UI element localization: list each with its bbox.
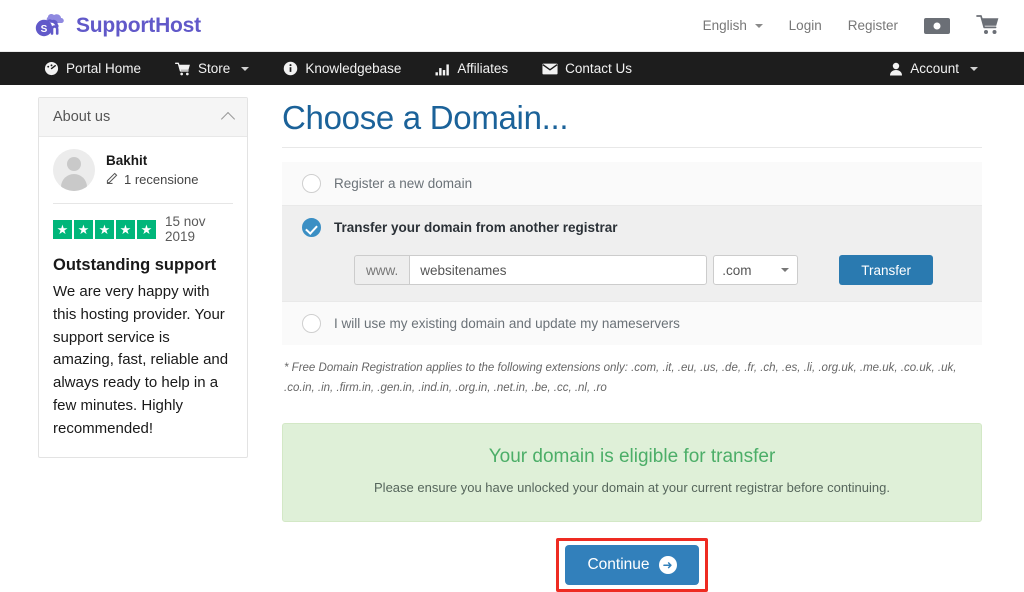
divider (53, 203, 233, 204)
option-label: Register a new domain (334, 176, 473, 191)
free-domain-note: * Free Domain Registration applies to th… (284, 362, 957, 394)
option-use-existing-domain[interactable]: I will use my existing domain and update… (282, 302, 982, 345)
nav-label: Contact Us (565, 61, 632, 76)
panel-title: About us (53, 109, 111, 125)
sidebar: About us Bakhit 1 recensione ★ ★ ★ ★ ★ 1… (0, 85, 262, 558)
cart-icon (175, 62, 191, 76)
nav-item-store[interactable]: Store (175, 61, 250, 76)
continue-label: Continue (587, 555, 650, 573)
www-prefix-label: www. (354, 255, 410, 285)
about-us-panel-header[interactable]: About us (39, 98, 247, 137)
user-avatar-icon (53, 149, 95, 191)
envelope-icon (542, 63, 558, 75)
svg-text:S: S (41, 24, 48, 35)
arrow-right-circle-icon: ➜ (658, 555, 677, 574)
chevron-down-icon (754, 24, 763, 29)
chevron-down-icon (241, 66, 250, 71)
star-icon: ★ (116, 219, 135, 239)
brand-name: SupportHost (76, 13, 201, 37)
eligibility-alert: Your domain is eligible for transfer Ple… (282, 422, 982, 522)
reviewer-review-count: 1 recensione (106, 171, 198, 187)
transfer-button[interactable]: Transfer (839, 255, 934, 285)
reviewer-name: Bakhit (106, 153, 148, 168)
tld-select[interactable]: .com (713, 255, 799, 285)
option-label: Transfer your domain from another regist… (334, 220, 618, 235)
chevron-up-icon[interactable] (220, 111, 236, 127)
radio-transfer-domain[interactable] (302, 218, 321, 237)
nav-label: Portal Home (66, 61, 142, 76)
bar-chart-icon (435, 62, 450, 76)
nav-item-knowledgebase[interactable]: Knowledgebase (283, 61, 401, 76)
shopping-cart-icon[interactable] (976, 14, 1000, 38)
dashboard-icon (44, 61, 59, 76)
option-transfer-domain[interactable]: Transfer your domain from another regist… (282, 206, 982, 249)
language-selector[interactable]: English (703, 18, 763, 33)
nav-item-portal-home[interactable]: Portal Home (44, 61, 141, 76)
review-date: 15 nov 2019 (165, 214, 206, 244)
info-circle-icon (283, 61, 298, 76)
star-icon: ★ (74, 219, 93, 239)
page-body: About us Bakhit 1 recensione ★ ★ ★ ★ ★ 1… (0, 85, 1024, 592)
star-rating: ★ ★ ★ ★ ★ (53, 219, 156, 239)
page-title: Choose a Domain... (282, 99, 569, 136)
chevron-down-icon (970, 66, 978, 71)
review-text: We are very happy with this hosting prov… (53, 283, 229, 437)
review-body: Bakhit 1 recensione ★ ★ ★ ★ ★ 15 nov 201… (39, 137, 247, 457)
radio-use-existing-domain[interactable] (302, 314, 321, 333)
nav-label: Knowledgebase (305, 61, 402, 76)
alert-subtitle: Please ensure you have unlocked your dom… (374, 479, 890, 495)
main-content: Choose a Domain... Register a new domain… (262, 85, 1024, 592)
title-divider (282, 147, 982, 148)
cloud-host-logo-icon: S (34, 13, 68, 39)
brand-logo-link[interactable]: S SupportHost (34, 13, 201, 39)
domain-name-input[interactable] (409, 255, 708, 285)
star-icon: ★ (137, 219, 156, 239)
primary-navbar: Portal Home Store Knowledgebase Affiliat… (0, 52, 1024, 85)
option-register-new-domain[interactable]: Register a new domain (282, 162, 982, 205)
about-us-review-card: About us Bakhit 1 recensione ★ ★ ★ ★ ★ 1… (38, 97, 248, 458)
top-header-bar: S SupportHost English Login Register (0, 0, 1024, 52)
register-link[interactable]: Register (848, 18, 898, 33)
login-link[interactable]: Login (789, 18, 822, 33)
nav-label: Store (198, 61, 231, 76)
rating-row: ★ ★ ★ ★ ★ 15 nov 2019 (53, 214, 233, 244)
alert-title: Your domain is eligible for transfer (488, 445, 776, 467)
nav-item-affiliates[interactable]: Affiliates (435, 61, 508, 76)
star-icon: ★ (95, 219, 114, 239)
reviewer: Bakhit 1 recensione (53, 149, 233, 191)
user-icon (889, 62, 903, 76)
top-header-actions: English Login Register (703, 14, 1000, 38)
radio-register-new-domain[interactable] (302, 174, 321, 193)
highlight-annotation: Continue ➜ (556, 537, 708, 592)
nav-item-account[interactable]: Account (889, 61, 978, 76)
nav-item-contact-us[interactable]: Contact Us (542, 61, 632, 76)
continue-row: Continue ➜ (282, 537, 982, 592)
banknote-icon[interactable] (924, 17, 950, 34)
star-icon: ★ (53, 219, 72, 239)
continue-button[interactable]: Continue ➜ (565, 544, 699, 585)
review-title: Outstanding support (53, 256, 217, 274)
review-count-label: 1 recensione (124, 171, 199, 187)
nav-label: Affiliates (457, 61, 509, 76)
language-label: English (702, 18, 747, 33)
option-label: I will use my existing domain and update… (334, 316, 680, 331)
nav-label: Account (910, 61, 959, 76)
chevron-down-icon (781, 268, 790, 272)
tld-selected-value: .com (722, 262, 752, 278)
pencil-icon (106, 171, 119, 187)
domain-transfer-form: www. .com Transfer (282, 249, 982, 301)
